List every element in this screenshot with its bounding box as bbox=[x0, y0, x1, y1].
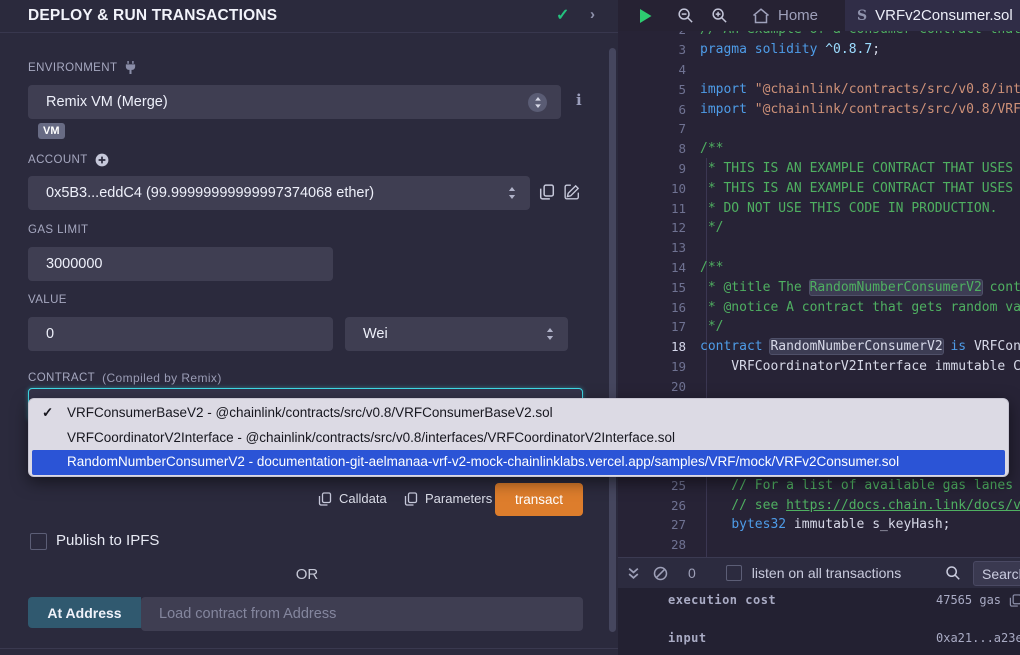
panel-scrollbar[interactable] bbox=[609, 48, 616, 632]
copy-calldata-button[interactable]: Calldata bbox=[318, 491, 387, 506]
remix-ide-window: DEPLOY & RUN TRANSACTIONS ✓ › ENVIRONMEN… bbox=[0, 0, 1020, 655]
or-separator: OR bbox=[0, 566, 614, 583]
code-line: 12 */ bbox=[618, 218, 1020, 238]
value-unit-select[interactable]: Wei bbox=[345, 317, 568, 351]
tab-vrfv2consumer[interactable]: S VRFv2Consumer.sol ✕ bbox=[845, 0, 1020, 31]
contract-option[interactable]: VRFCoordinatorV2Interface - @chainlink/c… bbox=[29, 426, 1008, 451]
code-line: 18contract RandomNumberConsumerV2 is VRF… bbox=[618, 337, 1020, 357]
terminal-row: execution cost 47565 gas bbox=[618, 593, 1020, 611]
environment-select[interactable]: Remix VM (Merge) bbox=[28, 85, 561, 119]
copy-parameters-button[interactable]: Parameters bbox=[404, 491, 492, 506]
terminal-toolbar: 0 listen on all transactions bbox=[618, 557, 1020, 588]
tab-home[interactable]: Home bbox=[752, 7, 818, 24]
listen-all-label: listen on all transactions bbox=[752, 565, 901, 581]
home-icon bbox=[752, 8, 770, 24]
check-icon: ✓ bbox=[556, 5, 569, 25]
select-caret-icon bbox=[528, 93, 547, 112]
code-line: 3pragma solidity ^0.8.7; bbox=[618, 40, 1020, 60]
gas-limit-input[interactable] bbox=[28, 247, 333, 281]
code-line: 6import "@chainlink/contracts/src/v0.8/V… bbox=[618, 99, 1020, 119]
plug-icon bbox=[124, 61, 137, 74]
copy-icon[interactable] bbox=[1009, 594, 1020, 607]
account-select[interactable]: 0x5B3...eddC4 (99.99999999999997374068 e… bbox=[28, 176, 530, 210]
zoom-out-icon[interactable] bbox=[677, 7, 694, 24]
select-caret-icon bbox=[546, 328, 554, 340]
deploy-actions-row: Calldata Parameters transact bbox=[0, 483, 583, 517]
listen-all-checkbox[interactable] bbox=[726, 565, 742, 581]
at-address-button[interactable]: At Address bbox=[28, 597, 141, 628]
code-line: 5import "@chainlink/contracts/src/v0.8/i… bbox=[618, 79, 1020, 99]
contract-option[interactable]: RandomNumberConsumerV2 - documentation-g… bbox=[32, 450, 1005, 475]
terminal-key: input bbox=[668, 631, 707, 645]
terminal-value: 47565 gas bbox=[936, 593, 1020, 607]
code-line: 20 bbox=[618, 376, 1020, 396]
solidity-file-icon: S bbox=[857, 8, 867, 24]
terminal-search-input[interactable] bbox=[973, 561, 1020, 586]
plus-circle-icon[interactable] bbox=[95, 153, 109, 167]
terminal-row: input 0xa21...a23e4 bbox=[618, 631, 1020, 649]
value-input[interactable] bbox=[28, 317, 333, 351]
code-line: 4 bbox=[618, 60, 1020, 80]
code-line: 11 * DO NOT USE THIS CODE IN PRODUCTION. bbox=[618, 198, 1020, 218]
selected-check-icon: ✓ bbox=[42, 401, 53, 426]
code-line: 17 */ bbox=[618, 317, 1020, 337]
chevron-right-icon[interactable]: › bbox=[590, 6, 595, 23]
run-script-icon[interactable] bbox=[638, 8, 653, 24]
code-line: 14/** bbox=[618, 258, 1020, 278]
code-line: 2// An example of a consumer contract th… bbox=[618, 31, 1020, 40]
zoom-in-icon[interactable] bbox=[711, 7, 728, 24]
expand-terminal-icon[interactable] bbox=[628, 567, 639, 580]
code-editor[interactable]: 2// An example of a consumer contract th… bbox=[618, 31, 1020, 557]
contract-option[interactable]: ✓VRFConsumerBaseV2 - @chainlink/contract… bbox=[29, 401, 1008, 426]
contract-label: CONTRACT (Compiled by Remix) bbox=[28, 371, 222, 385]
code-line: 13 bbox=[618, 238, 1020, 258]
terminal-value: 0xa21...a23e4 bbox=[936, 631, 1020, 645]
info-icon[interactable]: i bbox=[576, 91, 582, 109]
contract-dropdown: ✓VRFConsumerBaseV2 - @chainlink/contract… bbox=[28, 398, 1009, 477]
code-line: 7 bbox=[618, 119, 1020, 139]
code-line: 15 * @title The RandomNumberConsumerV2 c… bbox=[618, 277, 1020, 297]
clear-console-icon[interactable] bbox=[653, 566, 668, 581]
search-icon bbox=[945, 565, 961, 581]
select-caret-icon bbox=[508, 187, 516, 199]
code-line: 10 * THIS IS AN EXAMPLE CONTRACT THAT US… bbox=[618, 178, 1020, 198]
copy-account-icon[interactable] bbox=[539, 184, 555, 200]
panel-title: DEPLOY & RUN TRANSACTIONS bbox=[28, 7, 277, 25]
editor-topbar: Home S VRFv2Consumer.sol ✕ bbox=[618, 0, 1020, 31]
copy-icon bbox=[318, 492, 332, 506]
code-line: 25 // For a list of available gas lanes … bbox=[618, 475, 1020, 495]
code-line: 16 * @notice A contract that gets random… bbox=[618, 297, 1020, 317]
terminal-key: execution cost bbox=[668, 593, 776, 607]
code-line: 19 VRFCoordinatorV2Interface immutable C… bbox=[618, 357, 1020, 377]
code-line: 9 * THIS IS AN EXAMPLE CONTRACT THAT USE… bbox=[618, 159, 1020, 179]
copy-icon bbox=[404, 492, 418, 506]
environment-label: ENVIRONMENT bbox=[28, 61, 137, 74]
code-line: 28 bbox=[618, 535, 1020, 555]
deploy-run-panel: DEPLOY & RUN TRANSACTIONS ✓ › ENVIRONMEN… bbox=[0, 0, 618, 655]
at-address-input[interactable] bbox=[141, 597, 583, 631]
terminal-log: execution cost 47565 gas input 0xa21...a23e… bbox=[618, 588, 1020, 655]
edit-account-icon[interactable] bbox=[564, 184, 580, 200]
code-line: 26 // see https://docs.chain.link/docs/v… bbox=[618, 495, 1020, 515]
value-label: VALUE bbox=[28, 294, 67, 306]
panel-header: DEPLOY & RUN TRANSACTIONS ✓ › bbox=[0, 0, 618, 33]
transaction-count: 0 bbox=[688, 565, 696, 581]
editor-pane: Home S VRFv2Consumer.sol ✕ 2// An exampl… bbox=[618, 0, 1020, 655]
gas-limit-label: GAS LIMIT bbox=[28, 224, 88, 236]
transact-button[interactable]: transact bbox=[495, 483, 583, 516]
account-label: ACCOUNT bbox=[28, 153, 109, 167]
section-divider bbox=[0, 648, 618, 649]
publish-ipfs-label: Publish to IPFS bbox=[56, 532, 159, 549]
publish-ipfs-checkbox[interactable] bbox=[30, 533, 47, 550]
code-line: 8/** bbox=[618, 139, 1020, 159]
code-line: 27 bytes32 immutable s_keyHash; bbox=[618, 515, 1020, 535]
vm-badge: VM bbox=[38, 123, 65, 139]
